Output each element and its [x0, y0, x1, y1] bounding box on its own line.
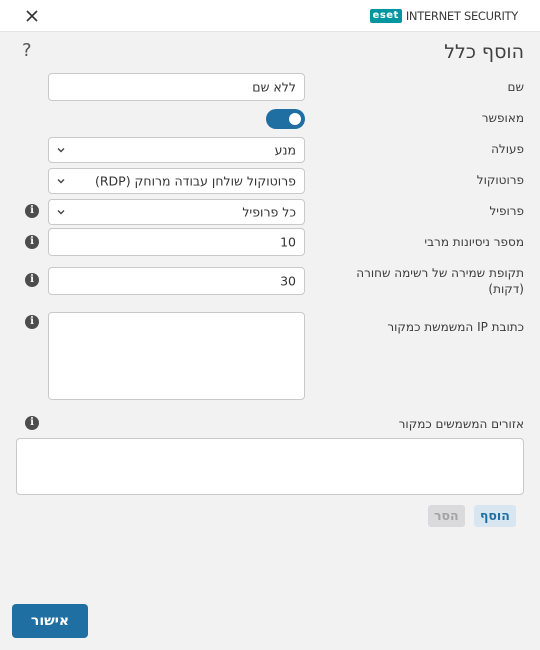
source-ip-textarea[interactable]	[48, 312, 305, 400]
info-icon[interactable]: i	[25, 416, 39, 430]
profile-select-value: כל פרופיל	[242, 204, 296, 220]
chevron-down-icon	[57, 148, 65, 153]
toggle-knob	[289, 113, 301, 125]
add-button[interactable]: הוסף	[474, 505, 516, 527]
product-name: INTERNET SECURITY	[405, 9, 518, 23]
blacklist-retention-label: תקופת שמירה של רשימה שחורה (דקות)	[356, 266, 524, 296]
chevron-down-icon	[57, 210, 65, 215]
blacklist-retention-label-line1: תקופת שמירה של רשימה שחורה	[356, 266, 524, 280]
protocol-label: פרוטוקול	[476, 173, 524, 187]
help-icon[interactable]: ?	[22, 40, 32, 61]
title-bar: eset INTERNET SECURITY	[0, 0, 540, 32]
profile-label: פרופיל	[489, 204, 524, 218]
max-attempts-input[interactable]: 10	[48, 228, 305, 256]
name-input-value: ללא שם	[252, 79, 296, 95]
action-select[interactable]: מנע	[48, 137, 305, 163]
max-attempts-value: 10	[280, 234, 296, 250]
action-label: פעולה	[491, 142, 524, 156]
name-label: שם	[507, 80, 524, 94]
ok-button[interactable]: אישור	[12, 604, 88, 638]
info-icon[interactable]: i	[25, 204, 39, 218]
protocol-select-value: פרוטוקול שולחן עבודה מרוחק (RDP)	[94, 173, 296, 189]
blacklist-retention-input[interactable]: 30	[48, 267, 305, 295]
info-icon[interactable]: i	[25, 273, 39, 287]
blacklist-retention-value: 30	[280, 273, 296, 289]
profile-select[interactable]: כל פרופיל	[48, 199, 305, 225]
remove-button[interactable]: הסר	[428, 505, 465, 527]
source-zones-list[interactable]	[16, 438, 524, 495]
info-icon[interactable]: i	[25, 315, 39, 329]
blacklist-retention-label-line2: (דקות)	[488, 282, 524, 296]
close-icon[interactable]	[24, 8, 40, 24]
source-ip-label: כתובת IP המשמשת כמקור	[387, 320, 524, 334]
protocol-select[interactable]: פרוטוקול שולחן עבודה מרוחק (RDP)	[48, 168, 305, 194]
eset-logo: eset	[369, 9, 402, 23]
max-attempts-label: מספר ניסיונות מרבי	[424, 235, 524, 249]
page-title: הוסף כלל	[444, 41, 524, 63]
enabled-label: מאופשר	[481, 111, 524, 125]
brand: eset INTERNET SECURITY	[369, 8, 518, 24]
source-zones-label: אזורים המשמשים כמקור	[398, 417, 524, 431]
action-select-value: מנע	[274, 142, 296, 158]
enabled-toggle[interactable]	[266, 109, 305, 129]
chevron-down-icon	[57, 179, 65, 184]
name-input[interactable]: ללא שם	[48, 73, 305, 101]
info-icon[interactable]: i	[25, 235, 39, 249]
